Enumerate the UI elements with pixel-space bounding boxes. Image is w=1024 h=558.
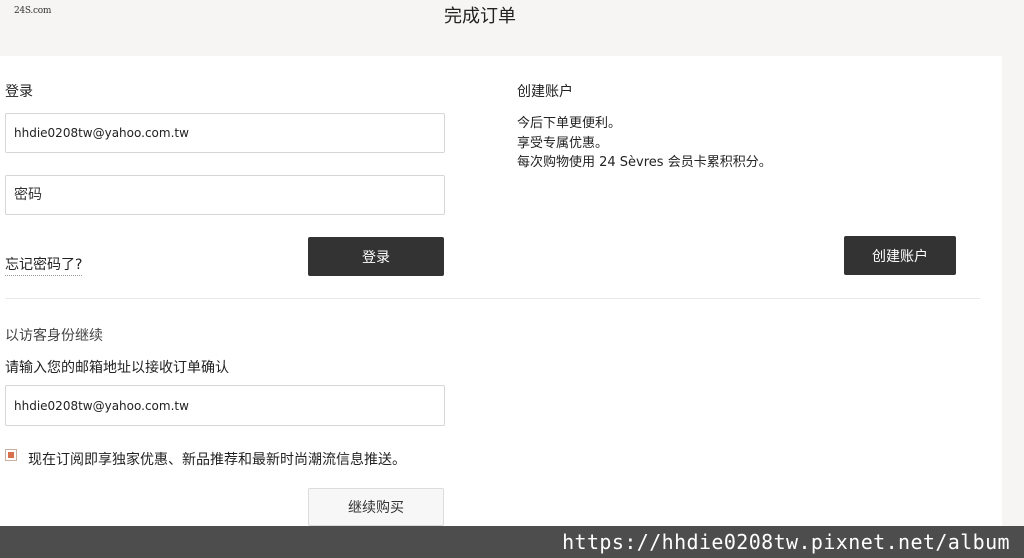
create-account-heading: 创建账户 bbox=[517, 84, 573, 100]
guest-email-prompt: 请输入您的邮箱地址以接收订单确认 bbox=[5, 360, 229, 376]
create-account-benefits: 今后下单更便利。 享受专属优惠。 每次购物使用 24 Sèvres 会员卡累积积… bbox=[517, 114, 772, 173]
watermark-bar: https://hhdie0208tw.pixnet.net/album bbox=[0, 526, 1024, 558]
password-input[interactable] bbox=[5, 175, 445, 215]
top-bar: 24S.com 完成订单 bbox=[0, 0, 1024, 56]
section-divider bbox=[5, 298, 980, 299]
login-button[interactable]: 登录 bbox=[308, 237, 444, 276]
guest-heading: 以访客身份继续 bbox=[5, 328, 103, 344]
guest-email-input[interactable] bbox=[5, 385, 445, 426]
login-email-input[interactable] bbox=[5, 113, 445, 153]
benefit-line: 每次购物使用 24 Sèvres 会员卡累积积分。 bbox=[517, 155, 772, 170]
forgot-password-link[interactable]: 忘记密码了? bbox=[5, 254, 83, 276]
checkbox-check-icon bbox=[8, 452, 14, 458]
login-heading: 登录 bbox=[5, 84, 33, 100]
continue-shopping-button[interactable]: 继续购买 bbox=[308, 488, 444, 526]
page-title: 完成订单 bbox=[444, 6, 516, 27]
benefit-line: 享受专属优惠。 bbox=[517, 135, 609, 151]
create-account-button[interactable]: 创建账户 bbox=[844, 236, 956, 275]
subscribe-checkbox[interactable] bbox=[5, 449, 17, 461]
subscribe-label: 现在订阅即享独家优惠、新品推荐和最新时尚潮流信息推送。 bbox=[28, 452, 406, 468]
benefit-line: 今后下单更便利。 bbox=[517, 116, 622, 131]
